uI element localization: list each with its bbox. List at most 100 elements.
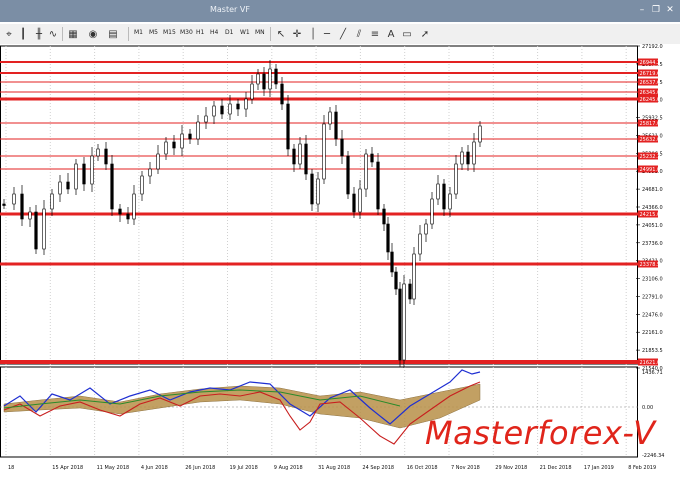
candle-body bbox=[250, 83, 254, 100]
trendline-icon[interactable]: ╱ bbox=[336, 27, 350, 41]
candle-body bbox=[442, 183, 446, 210]
candle-body bbox=[156, 153, 160, 170]
candle-body bbox=[346, 155, 350, 195]
cursor-icon[interactable]: ↖ bbox=[274, 27, 288, 41]
candle-body bbox=[454, 163, 458, 195]
level-price-label: 21621.0 bbox=[640, 360, 661, 366]
crosshair-tool-icon[interactable]: ✛ bbox=[290, 27, 304, 41]
candle-body bbox=[386, 223, 390, 253]
candle-body bbox=[50, 193, 54, 210]
date-label: 15 Apr 2018 bbox=[52, 465, 83, 471]
candles-icon[interactable]: ╫ bbox=[32, 27, 46, 41]
candle-body bbox=[370, 153, 374, 163]
crosshair-icon[interactable]: ⌖ bbox=[2, 27, 16, 41]
candle-body bbox=[298, 143, 302, 165]
candle-body bbox=[236, 103, 240, 110]
candle-body bbox=[466, 151, 470, 165]
candle-body bbox=[172, 141, 176, 149]
price-pane-border bbox=[0, 45, 638, 365]
candle-body bbox=[220, 105, 224, 115]
timeframe-w1[interactable]: W1 bbox=[240, 29, 250, 36]
level-price-label: 26345.0 bbox=[640, 90, 661, 96]
minimize-icon[interactable]: – bbox=[636, 4, 648, 16]
candle-body bbox=[140, 175, 144, 195]
date-label: 4 Jun 2018 bbox=[141, 465, 168, 471]
indicator-tick-label: 1436.71 bbox=[642, 370, 663, 376]
candle-body bbox=[118, 208, 122, 215]
new-chart-icon[interactable]: ▦ bbox=[66, 27, 80, 41]
maximize-icon[interactable]: ❐ bbox=[650, 4, 662, 16]
level-price-label: 26245.0 bbox=[640, 97, 661, 103]
candle-body bbox=[358, 188, 362, 213]
channel-icon[interactable]: ⫽ bbox=[352, 27, 366, 41]
timeframe-h1[interactable]: H1 bbox=[196, 29, 204, 36]
candle-body bbox=[376, 161, 380, 210]
arrows-icon[interactable]: ➚ bbox=[418, 27, 432, 41]
indicator-icon[interactable]: ◉ bbox=[86, 27, 100, 41]
price-tick-label: 23736.0 bbox=[642, 241, 663, 247]
level-price-label: 24991.0 bbox=[640, 167, 661, 173]
candle-body bbox=[110, 163, 114, 210]
window-title: Master VF bbox=[210, 5, 250, 14]
candle-body bbox=[316, 178, 320, 205]
line-chart-icon[interactable]: ∿ bbox=[46, 27, 60, 41]
timeframe-m15[interactable]: M15 bbox=[163, 29, 176, 36]
level-price-label: 24215.0 bbox=[640, 212, 661, 218]
date-label: 19 Jul 2018 bbox=[230, 465, 258, 471]
price-chart[interactable]: 27192.026877.526562.526248.025932.525621… bbox=[0, 44, 680, 473]
vertical-line-icon[interactable]: │ bbox=[306, 27, 320, 41]
brand-watermark: Masterforex-V bbox=[425, 414, 656, 452]
timeframe-h4[interactable]: H4 bbox=[210, 29, 218, 36]
date-label: 29 Nov 2018 bbox=[495, 465, 527, 471]
date-label: 8 Feb 2019 bbox=[628, 465, 656, 471]
candle-body bbox=[42, 208, 46, 250]
candle-body bbox=[408, 283, 412, 300]
close-icon[interactable]: ✕ bbox=[664, 4, 676, 16]
candle-body bbox=[34, 211, 38, 250]
timeframe-m1[interactable]: M1 bbox=[134, 29, 143, 36]
price-tick-label: 22791.0 bbox=[642, 294, 663, 300]
candle-body bbox=[212, 105, 216, 117]
date-label: 9 Aug 2018 bbox=[274, 465, 303, 471]
candle-body bbox=[58, 181, 62, 195]
fibonacci-icon[interactable]: ≡ bbox=[368, 27, 382, 41]
candle-body bbox=[472, 141, 476, 165]
bar-chart-icon[interactable]: ┃ bbox=[16, 27, 30, 41]
timeframe-d1[interactable]: D1 bbox=[225, 29, 233, 36]
indicator-tick-label: -2246.34 bbox=[642, 453, 664, 459]
date-label: 18 bbox=[8, 465, 14, 471]
candle-body bbox=[310, 173, 314, 205]
timeframe-mn[interactable]: MN bbox=[255, 29, 265, 36]
candle-body bbox=[274, 68, 278, 85]
timeframe-m30[interactable]: M30 bbox=[180, 29, 193, 36]
candle-body bbox=[132, 193, 136, 220]
candle-body bbox=[394, 271, 398, 290]
price-tick-label: 23106.0 bbox=[642, 277, 663, 283]
candle-body bbox=[402, 283, 406, 361]
date-label: 11 May 2018 bbox=[97, 465, 130, 471]
date-label: 16 Oct 2018 bbox=[407, 465, 438, 471]
horizontal-line-icon[interactable]: ─ bbox=[320, 27, 334, 41]
candle-body bbox=[104, 148, 108, 165]
price-tick-label: 27192.0 bbox=[642, 44, 663, 50]
date-label: 26 Jun 2018 bbox=[185, 465, 215, 471]
level-price-label: 25817.0 bbox=[640, 121, 661, 127]
template-icon[interactable]: ▤ bbox=[106, 27, 120, 41]
date-label: 24 Sep 2018 bbox=[362, 465, 394, 471]
candle-body bbox=[188, 133, 192, 140]
candle-body bbox=[164, 141, 168, 155]
text-tool-icon[interactable]: A bbox=[384, 27, 398, 41]
candle-body bbox=[460, 151, 464, 165]
candle-body bbox=[196, 121, 200, 140]
candle-body bbox=[322, 123, 326, 180]
level-price-label: 26719.6 bbox=[640, 71, 661, 77]
candle-body bbox=[66, 181, 70, 190]
candle-body bbox=[12, 193, 16, 205]
candle-body bbox=[418, 233, 422, 255]
candle-body bbox=[304, 143, 308, 175]
price-tick-label: 24366.0 bbox=[642, 205, 663, 211]
level-price-label: 23378.5 bbox=[640, 262, 661, 268]
label-tool-icon[interactable]: ▭ bbox=[400, 27, 414, 41]
timeframe-m5[interactable]: M5 bbox=[149, 29, 158, 36]
candle-body bbox=[90, 155, 94, 185]
